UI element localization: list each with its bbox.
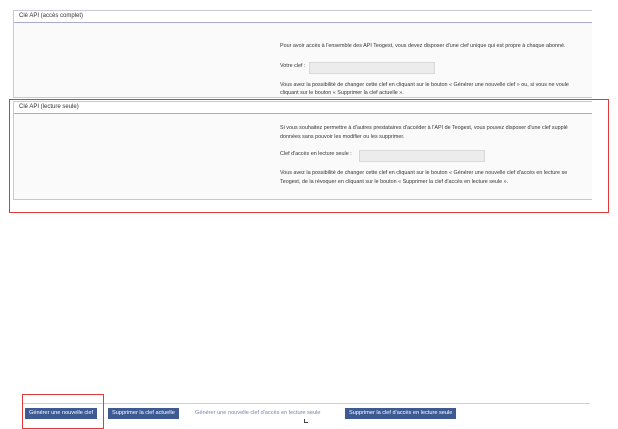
readonly-api-key-label: Clef d'accès en lecture seule : xyxy=(280,151,352,157)
full-api-panel: Clé API (accès complet) Pour avoir accès… xyxy=(13,10,592,98)
bottom-divider xyxy=(22,403,590,404)
mouse-cursor-icon xyxy=(304,419,308,423)
readonly-api-intro-line2: données sans pouvoir les modifier ou les… xyxy=(280,134,405,140)
generate-key-button[interactable]: Générer une nouvelle clef xyxy=(25,408,98,419)
full-api-key-input[interactable] xyxy=(309,62,435,74)
readonly-api-panel: Clé API (lecture seule) Si vous souhaite… xyxy=(13,101,592,200)
full-api-key-label: Votre clef : xyxy=(280,63,306,69)
delete-key-button[interactable]: Supprimer la clef actuelle xyxy=(108,408,179,419)
full-api-intro: Pour avoir accès à l'ensemble des API Te… xyxy=(280,43,566,49)
readonly-api-help-line2: Teogest, de la révoquer en cliquant sur … xyxy=(280,179,509,185)
readonly-api-intro-line1: Si vous souhaitez permettre à d'autres p… xyxy=(280,125,568,131)
readonly-api-title: Clé API (lecture seule) xyxy=(14,102,592,114)
delete-readonly-key-button[interactable]: Supprimer la clef d'accès en lecture seu… xyxy=(345,408,457,419)
readonly-api-key-input[interactable] xyxy=(359,150,485,162)
readonly-api-help-line1: Vous avez la possibilité de changer cett… xyxy=(280,170,568,176)
full-api-help-line2: cliquant sur le bouton « Supprimer la cl… xyxy=(280,90,404,96)
full-api-title: Clé API (accès complet) xyxy=(14,11,592,23)
generate-readonly-key-button[interactable]: Générer une nouvelle clef d'accès en lec… xyxy=(191,408,324,419)
